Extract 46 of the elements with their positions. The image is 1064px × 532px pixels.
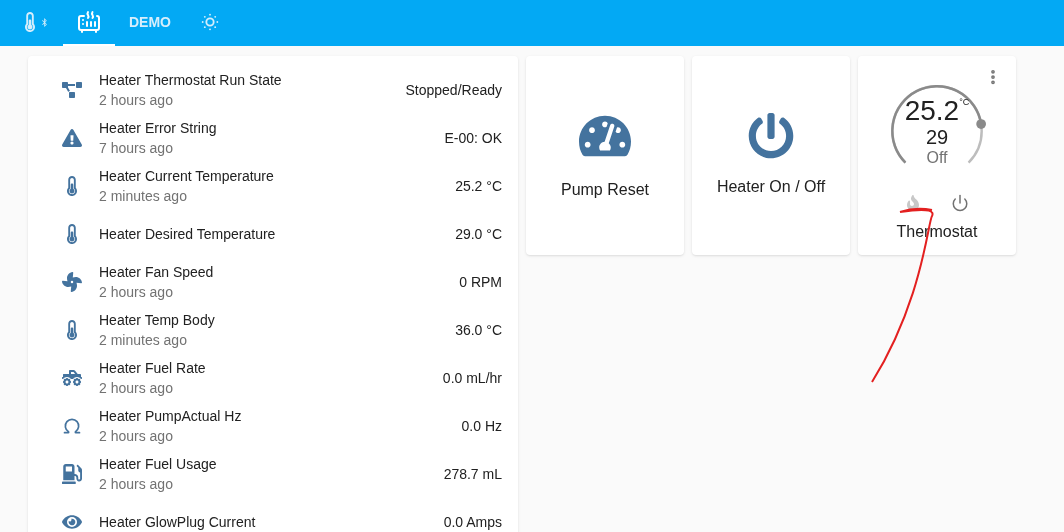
entity-button-card[interactable]: Pump Reset	[526, 56, 684, 255]
eye-icon	[61, 512, 82, 532]
entity-value: E-00: OK	[444, 128, 502, 148]
last-updated: 2 hours ago	[99, 379, 174, 398]
last-updated: 2 minutes ago	[99, 187, 188, 206]
power-icon[interactable]	[951, 194, 969, 212]
entity-name: Heater Thermostat Run State	[99, 71, 283, 90]
network-icon	[61, 80, 82, 100]
entity-name: Heater Current Temperature	[99, 167, 275, 186]
entity-value: Stopped/Ready	[405, 80, 502, 100]
entity-value: 29.0 °C	[455, 224, 502, 244]
power-icon	[748, 112, 794, 159]
entity-name: Heater PumpActual Hz	[99, 407, 243, 426]
sun-icon	[199, 11, 221, 33]
entity-name: Heater Fuel Usage	[99, 455, 218, 474]
current-temperature: 25.2	[904, 96, 960, 126]
entity-value: 36.0 °C	[455, 320, 502, 340]
entity-value: 0.0 Hz	[461, 416, 502, 436]
last-updated: 2 minutes ago	[99, 331, 188, 350]
entity-name: Heater GlowPlug Current	[99, 513, 257, 532]
fuel-pump-icon	[61, 464, 82, 484]
entity-button-card[interactable]: Heater On / Off	[692, 56, 850, 255]
entity-name: Heater Desired Temperature	[99, 225, 277, 244]
entity-value: 278.7 mL	[443, 464, 502, 484]
entity-value: 25.2 °C	[455, 176, 502, 196]
last-updated: 2 hours ago	[99, 427, 174, 446]
entity-name: Heater Error String	[99, 119, 218, 138]
omega-icon	[61, 416, 82, 436]
entity-value: 0 RPM	[459, 272, 502, 292]
target-temperature: 29	[925, 126, 949, 148]
flame-icon[interactable]	[905, 194, 921, 212]
warning-icon	[61, 128, 82, 148]
entity-value: 0.0 Amps	[443, 512, 502, 532]
last-updated: 2 hours ago	[99, 91, 174, 110]
entity-value: 0.0 mL/hr	[442, 368, 502, 388]
slider-thumb[interactable]	[976, 119, 986, 129]
hvac-state: Off	[926, 148, 948, 168]
temperature-unit: °C	[959, 96, 970, 109]
last-updated: 2 hours ago	[99, 475, 174, 494]
entity-name: Heater Fuel Rate	[99, 359, 207, 378]
entity-name: Heater Temp Body	[99, 311, 216, 330]
entity-name: Heater Fan Speed	[99, 263, 215, 282]
heater-icon	[77, 10, 101, 34]
last-updated: 2 hours ago	[99, 283, 174, 302]
fan-icon	[61, 272, 82, 292]
last-updated: 7 hours ago	[99, 139, 174, 158]
